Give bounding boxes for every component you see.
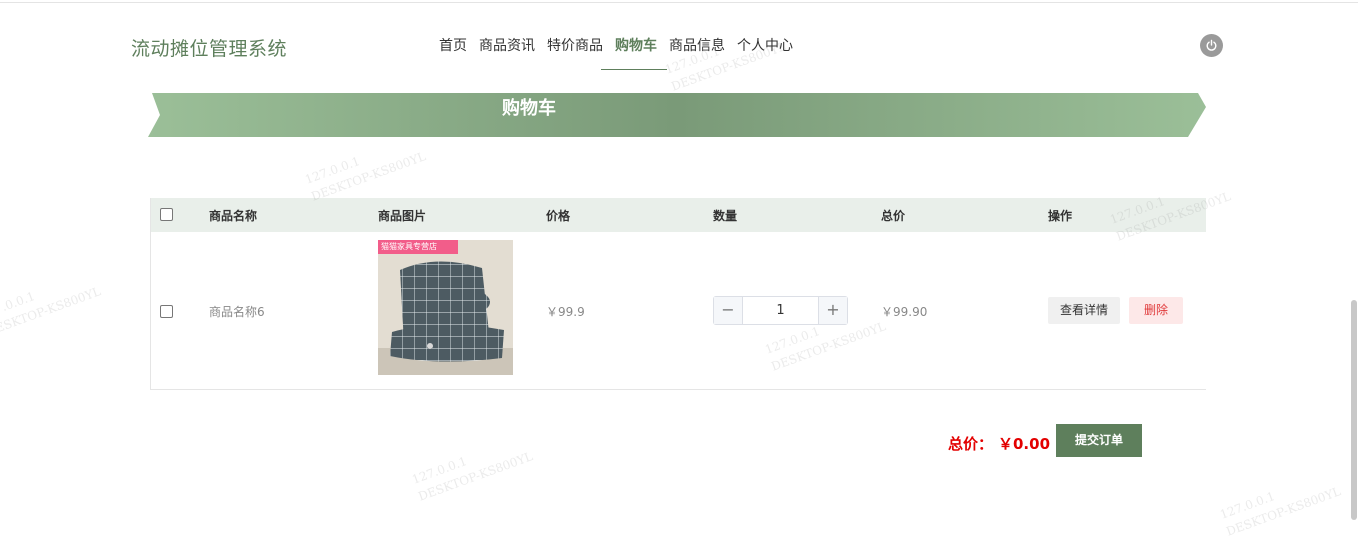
decrease-quantity-button[interactable]: − [714, 297, 743, 324]
row-total: ￥99.90 [881, 305, 928, 319]
page-scrollbar[interactable] [1351, 300, 1357, 520]
main-nav: 首页 商品资讯 特价商品 购物车 商品信息 个人中心 [433, 36, 799, 70]
product-image[interactable]: 猫猫家具专营店 [378, 240, 513, 375]
increase-quantity-button[interactable]: + [818, 297, 847, 324]
col-actions: 操作 [1048, 209, 1073, 223]
nav-specials[interactable]: 特价商品 [541, 36, 609, 70]
app-logo: 流动摊位管理系统 [131, 38, 288, 60]
col-price: 价格 [546, 209, 571, 223]
page-title: 购物车 [502, 98, 556, 119]
product-name: 商品名称6 [209, 305, 265, 319]
nav-cart[interactable]: 购物车 [601, 36, 667, 70]
submit-order-button[interactable]: 提交订单 [1056, 424, 1142, 457]
watermark: 127.0.0.1DESKTOP-KS800YL [410, 449, 535, 504]
top-divider [0, 2, 1358, 3]
col-image: 商品图片 [378, 209, 427, 223]
watermark: 127.0.0.1DESKTOP-KS800YL [1218, 484, 1343, 539]
nav-products[interactable]: 商品信息 [663, 36, 731, 70]
cart-table: 商品名称 商品图片 价格 数量 总价 操作 商品名称6 猫猫家具专营店 ￥99.… [150, 198, 1206, 390]
product-price: ￥99.9 [546, 305, 585, 319]
total-value: ￥0.00 [998, 435, 1051, 453]
watermark: 127.0.0.1DESKTOP-KS800YL [303, 149, 428, 204]
col-total: 总价 [881, 209, 906, 223]
nav-news[interactable]: 商品资讯 [473, 36, 541, 70]
nav-profile[interactable]: 个人中心 [731, 36, 799, 70]
row-checkbox[interactable] [160, 305, 173, 318]
col-name: 商品名称 [209, 209, 258, 223]
quantity-input[interactable] [743, 297, 818, 324]
nav-home[interactable]: 首页 [433, 36, 473, 70]
quantity-stepper: − + [713, 296, 848, 325]
power-icon[interactable] [1200, 34, 1223, 57]
delete-button[interactable]: 删除 [1129, 297, 1183, 324]
watermark: 127.0.0.1DESKTOP-KS800YL [0, 284, 103, 339]
table-header: 商品名称 商品图片 价格 数量 总价 操作 [151, 198, 1206, 232]
col-quantity: 数量 [713, 209, 738, 223]
select-all-checkbox[interactable] [160, 208, 173, 221]
view-details-button[interactable]: 查看详情 [1048, 297, 1120, 324]
image-badge: 猫猫家具专营店 [381, 242, 437, 251]
total-label: 总价： [948, 435, 994, 453]
